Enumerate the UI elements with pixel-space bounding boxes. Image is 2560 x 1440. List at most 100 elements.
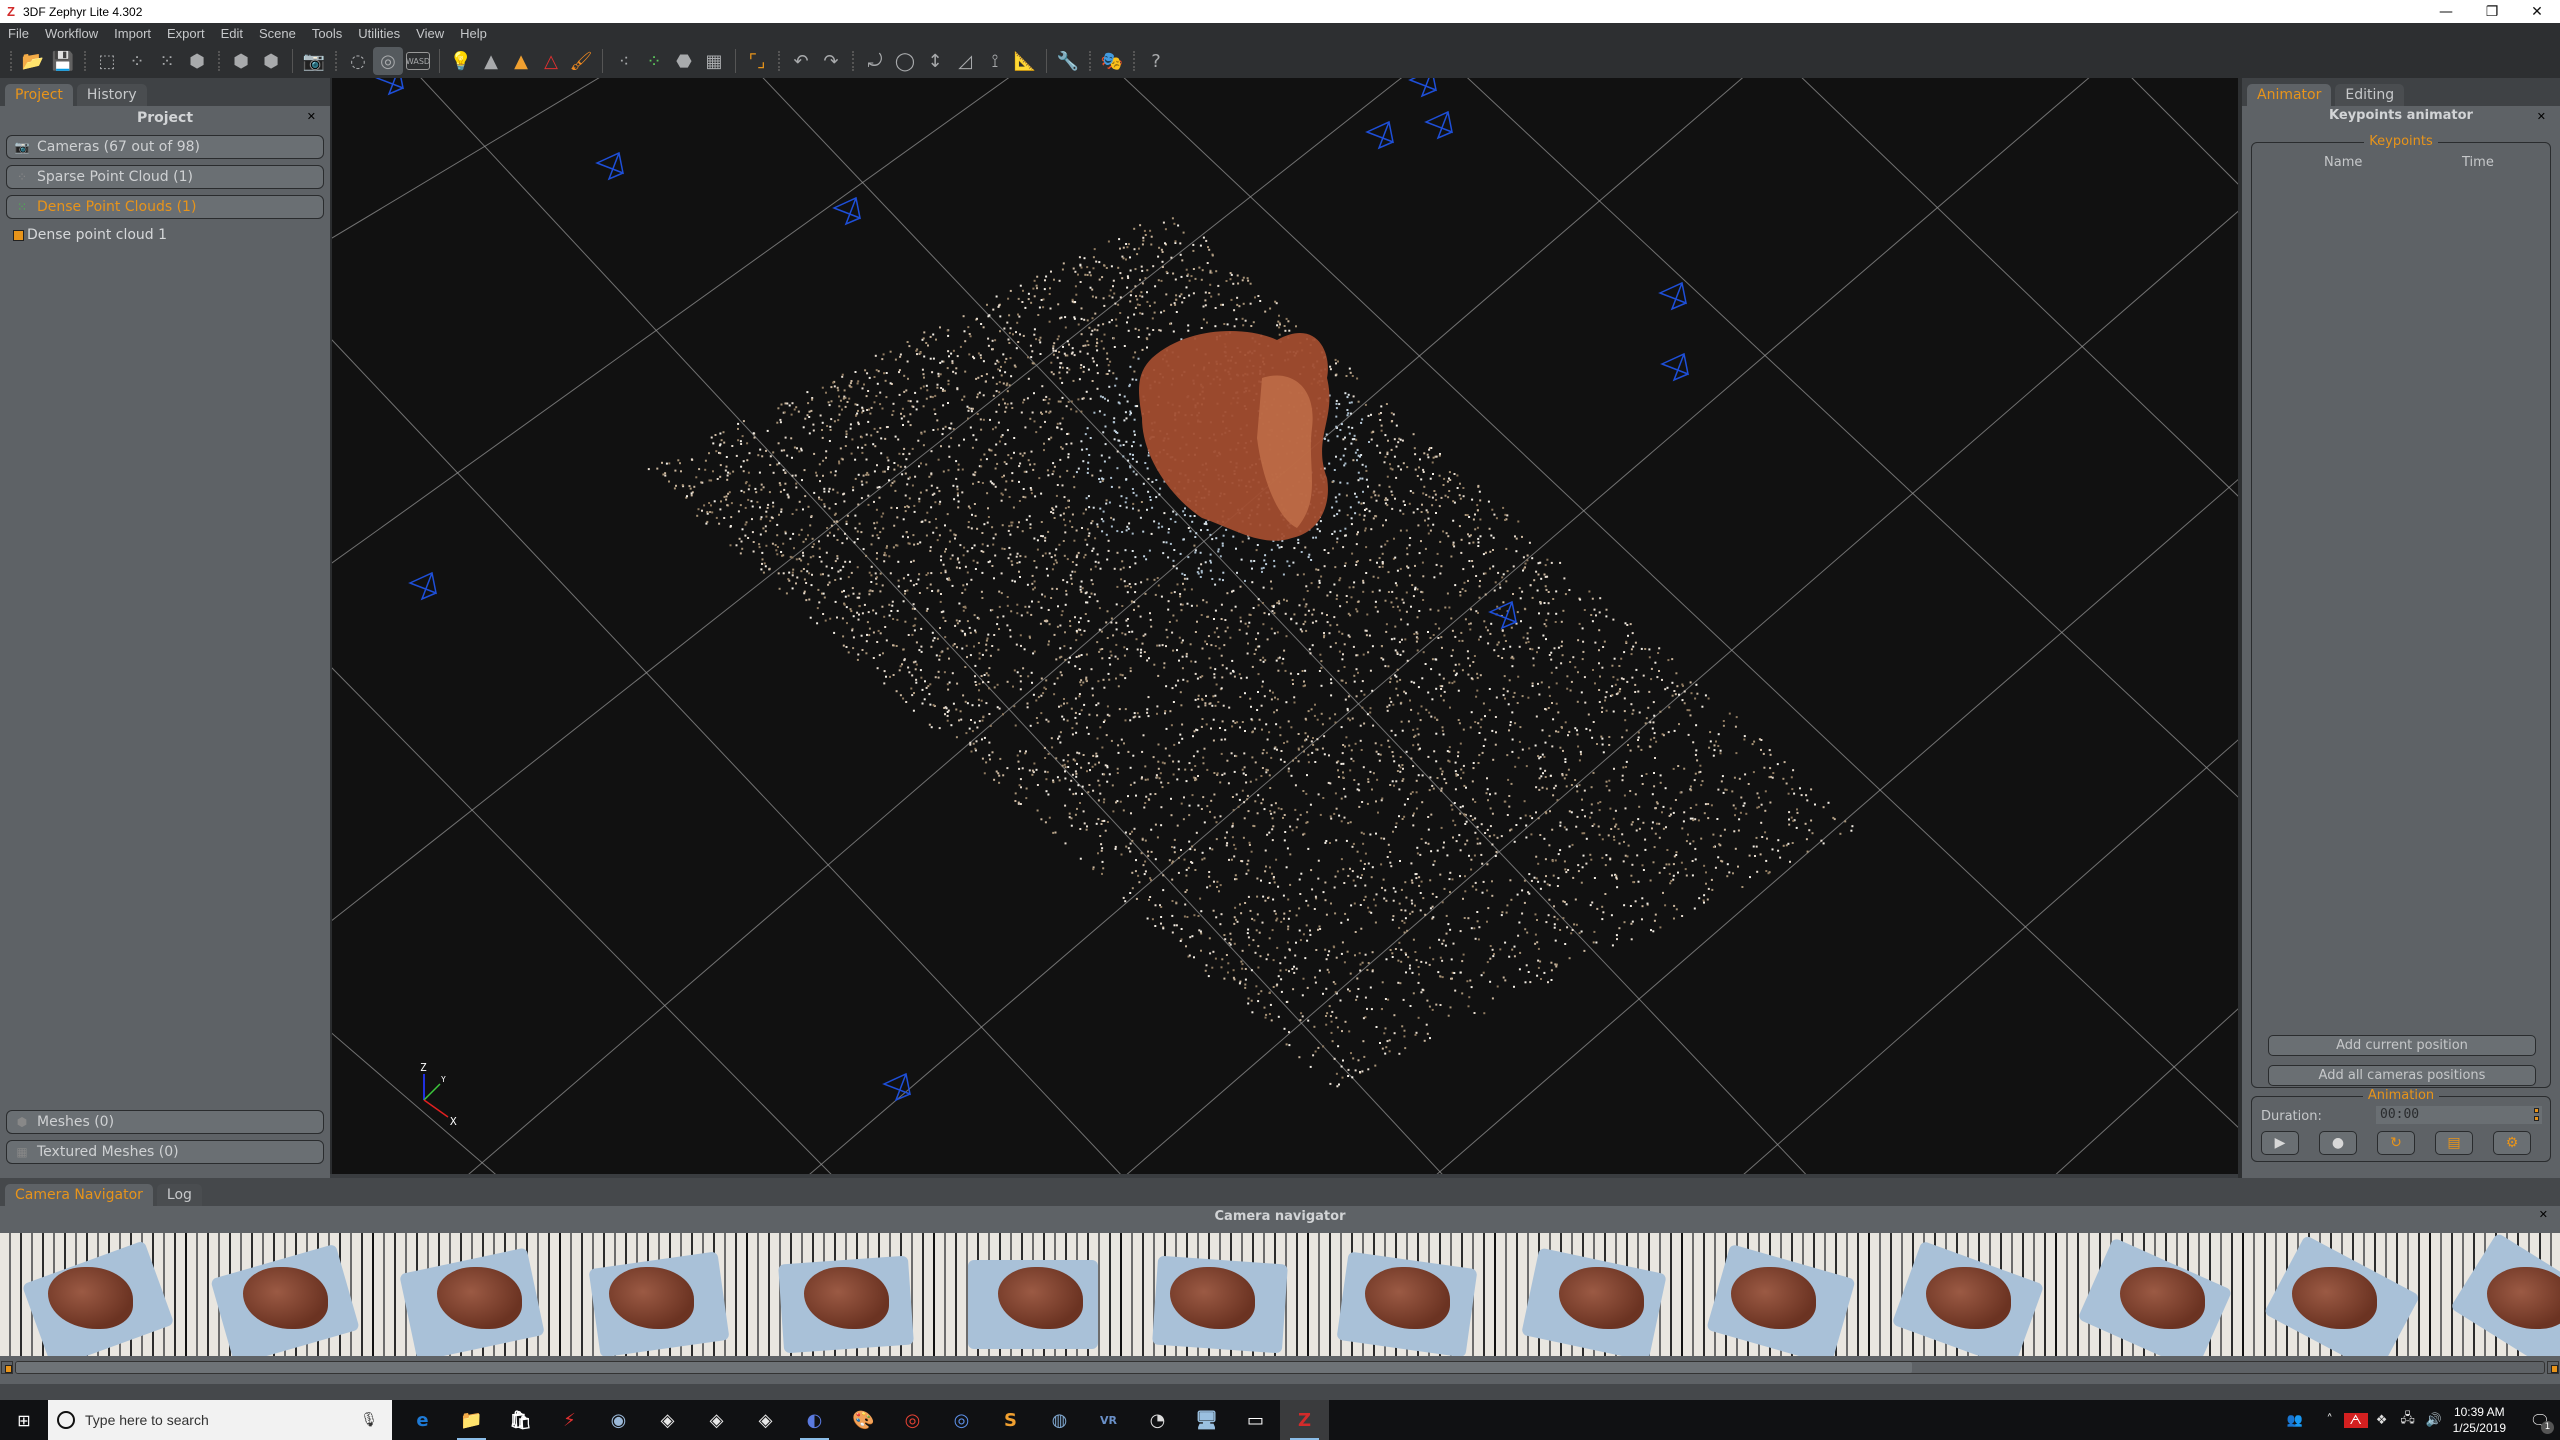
ruler-icon[interactable]: 📐 <box>1010 47 1040 75</box>
sparse-cloud-icon[interactable]: ⁘ <box>122 47 152 75</box>
column-header-time[interactable]: Time <box>2462 155 2494 170</box>
taskbar-app-obs[interactable]: ◔ <box>1133 1400 1182 1440</box>
volume-icon[interactable]: 🔊 <box>2422 1413 2446 1428</box>
menu-import[interactable]: Import <box>106 26 159 41</box>
camera-thumbnail[interactable] <box>0 1233 187 1356</box>
mesh-export-icon[interactable]: ⬢ <box>226 47 256 75</box>
camera-thumbnail[interactable] <box>2057 1233 2244 1356</box>
camera-frustum[interactable] <box>1658 281 1688 311</box>
loop-button[interactable]: ↻ <box>2377 1131 2415 1155</box>
clock[interactable]: 10:39 AM 1/25/2019 <box>2453 1404 2506 1436</box>
taskbar-app-cinema4d[interactable]: ◐ <box>790 1400 839 1440</box>
show-sparse-points-icon[interactable]: ⁖ <box>609 47 639 75</box>
taskbar-app-chromium[interactable]: ◎ <box>937 1400 986 1440</box>
taskbar-app-chrome[interactable]: ◎ <box>888 1400 937 1440</box>
save-project-icon[interactable]: 💾 <box>48 47 78 75</box>
camera-frustum[interactable] <box>832 196 862 226</box>
camera-thumbnail[interactable] <box>561 1233 748 1356</box>
play-button[interactable]: ▶ <box>2261 1131 2299 1155</box>
filmstrip-scrollbar[interactable] <box>0 1360 2560 1374</box>
render-wireframe-icon[interactable]: △ <box>536 47 566 75</box>
taskbar-app-file-explorer[interactable]: 📁 <box>447 1400 496 1440</box>
gizmo-axes-icon[interactable]: ⟟ <box>980 47 1010 75</box>
dense-point-clouds-group-button[interactable]: ⁙ Dense Point Clouds (1) <box>6 195 324 219</box>
textured-mesh-export-icon[interactable]: ⬢ <box>256 47 286 75</box>
lighting-bulb-icon[interactable]: 💡 <box>446 47 476 75</box>
camera-frustum[interactable] <box>595 151 625 181</box>
camera-frustum[interactable] <box>1408 78 1438 98</box>
add-all-cameras-positions-button[interactable]: Add all cameras positions <box>2268 1065 2536 1086</box>
dense-cloud-icon[interactable]: ⁙ <box>152 47 182 75</box>
taskbar-app-sublime-text[interactable]: S <box>986 1400 1035 1440</box>
camera-frustum[interactable] <box>408 571 438 601</box>
menu-edit[interactable]: Edit <box>213 26 251 41</box>
mask-icon[interactable]: 🎭 <box>1097 47 1127 75</box>
menu-export[interactable]: Export <box>159 26 213 41</box>
scrollbar-track[interactable] <box>15 1361 2545 1374</box>
tab-project[interactable]: Project <box>5 84 73 106</box>
camera-thumbnail[interactable] <box>1870 1233 2057 1356</box>
camera-thumbnail[interactable] <box>2431 1233 2560 1356</box>
camera-thumbnail[interactable] <box>2244 1233 2431 1356</box>
screenshot-camera-icon[interactable]: 📷 <box>299 47 329 75</box>
scroll-right-button[interactable] <box>2547 1361 2559 1374</box>
textured-meshes-group-button[interactable]: ▦ Textured Meshes (0) <box>6 1140 324 1164</box>
settings-gear-button[interactable]: ⚙ <box>2493 1131 2531 1155</box>
taskbar-app-unity-2[interactable]: ◈ <box>692 1400 741 1440</box>
camera-frustum[interactable] <box>1424 110 1454 140</box>
camera-thumbnail[interactable] <box>374 1233 561 1356</box>
taskbar-app-vr[interactable]: VR <box>1084 1400 1133 1440</box>
cameras-group-button[interactable]: 📷 Cameras (67 out of 98) <box>6 135 324 159</box>
film-export-button[interactable]: ▤ <box>2435 1131 2473 1155</box>
menu-workflow[interactable]: Workflow <box>37 26 106 41</box>
close-icon[interactable]: ✕ <box>2539 1208 2548 1221</box>
camera-frustum[interactable] <box>375 78 405 96</box>
scroll-left-button[interactable] <box>1 1361 13 1374</box>
taskbar-app-store[interactable]: 🛍 <box>496 1400 545 1440</box>
menu-help[interactable]: Help <box>452 26 495 41</box>
camera-thumbnail[interactable] <box>1122 1233 1309 1356</box>
show-mesh-icon[interactable]: ⬣ <box>669 47 699 75</box>
help-icon[interactable]: ? <box>1141 47 1171 75</box>
sparse-point-cloud-group-button[interactable]: ⁘ Sparse Point Cloud (1) <box>6 165 324 189</box>
render-points-icon[interactable]: ▲ <box>476 47 506 75</box>
paint-brush-icon[interactable]: 🖌 <box>566 47 596 75</box>
record-button[interactable]: ● <box>2319 1131 2357 1155</box>
measure-angle-icon[interactable]: ◿ <box>950 47 980 75</box>
rotate-free-icon[interactable]: ⤾ <box>860 47 890 75</box>
taskbar-app-steamvr[interactable]: ◍ <box>1035 1400 1084 1440</box>
select-region-icon[interactable]: ⬚ <box>92 47 122 75</box>
duration-input[interactable]: 00:00 <box>2376 1106 2542 1124</box>
taskbar-app-paint-palette[interactable]: 🎨 <box>839 1400 888 1440</box>
taskbar-app-oculus[interactable]: ▭ <box>1231 1400 1280 1440</box>
mesh-icon[interactable]: ⬢ <box>182 47 212 75</box>
taskbar-app-monitor[interactable]: 🖥 <box>1182 1400 1231 1440</box>
action-center-button[interactable]: 🗨 1 <box>2520 1400 2560 1440</box>
camera-frustum[interactable] <box>882 1072 912 1102</box>
wasd-navigation-icon[interactable]: WASD <box>406 52 430 70</box>
menu-file[interactable]: File <box>0 26 37 41</box>
spin-down-icon[interactable] <box>2534 1116 2539 1121</box>
start-button[interactable]: ⊞ <box>0 1400 48 1440</box>
avira-icon[interactable]: ᗅ <box>2343 1412 2368 1428</box>
taskbar-search-box[interactable]: Type here to search 🎙 <box>48 1400 392 1440</box>
taskbar-app-unity-3[interactable]: ◈ <box>741 1400 790 1440</box>
menu-utilities[interactable]: Utilities <box>350 26 408 41</box>
meshes-group-button[interactable]: ⬢ Meshes (0) <box>6 1110 324 1134</box>
wrench-icon[interactable]: 🔧 <box>1053 47 1083 75</box>
close-button[interactable]: ✕ <box>2514 0 2560 23</box>
tab-camera-navigator[interactable]: Camera Navigator <box>5 1184 153 1206</box>
show-dense-points-icon[interactable]: ⁘ <box>639 47 669 75</box>
taskbar-app-zephyr[interactable]: Z <box>1280 1400 1329 1440</box>
camera-frustum[interactable] <box>1488 600 1518 630</box>
close-icon[interactable]: ✕ <box>2537 110 2546 123</box>
redo-icon[interactable]: ↷ <box>816 47 846 75</box>
tab-editing[interactable]: Editing <box>2335 84 2405 106</box>
menu-view[interactable]: View <box>408 26 452 41</box>
render-color-points-icon[interactable]: ▲ <box>506 47 536 75</box>
visibility-checkbox[interactable] <box>13 229 24 241</box>
orbit-mode-icon[interactable]: ◌ <box>343 47 373 75</box>
microphone-icon[interactable]: 🎙 <box>360 1412 378 1428</box>
minimize-button[interactable]: — <box>2423 0 2469 23</box>
column-header-name[interactable]: Name <box>2324 155 2362 170</box>
